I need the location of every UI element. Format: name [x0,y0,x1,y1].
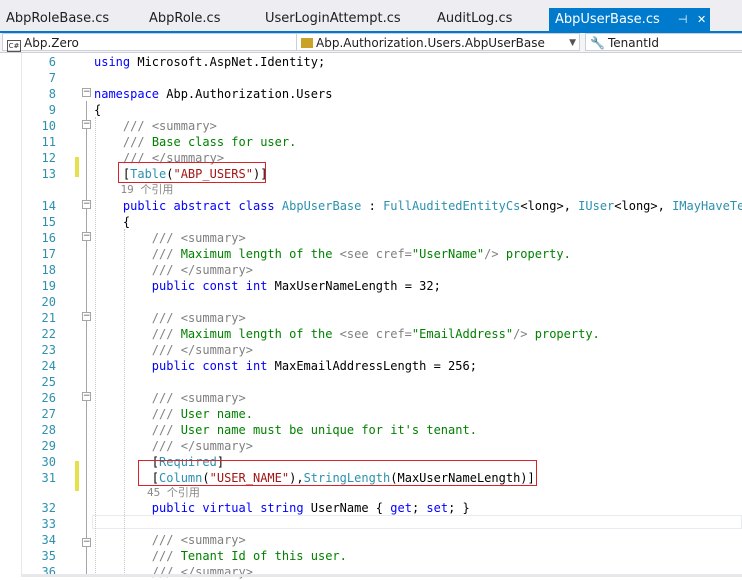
line-number: 20 [41,295,56,309]
wrench-icon: 🔧 [590,36,605,50]
collapse-icon[interactable]: − [82,88,91,97]
project-name: Abp.Zero [24,36,79,50]
pin-icon[interactable]: ⊣ [678,8,688,31]
change-indicator [75,461,79,491]
line-number: 16 [41,231,56,245]
change-indicator [75,157,79,177]
code-line: /// User name. [151,407,253,421]
code-line: public const int MaxEmailAddressLength =… [151,359,477,373]
code-line: /// </summary> [151,565,253,579]
line-number: 29 [41,439,56,453]
line-number: 34 [41,533,56,547]
line-number: 35 [41,549,56,563]
line-number: 25 [41,375,56,389]
type-name: Abp.Authorization.Users.AbpUserBase [316,36,545,50]
line-number: 9 [48,103,56,117]
tab-label: AuditLog.cs [437,11,513,26]
code-line: /// Maximum length of the <see cref="Use… [151,247,571,261]
tab-abprole[interactable]: AbpRole.cs [143,7,226,31]
line-number: 15 [41,215,56,229]
tab-abprolebase[interactable]: AbpRoleBase.cs [0,7,115,31]
line-number: 10 [41,119,56,133]
document-tab-bar: AbpRoleBase.cs AbpRole.cs UserLoginAttem… [0,0,742,31]
highlight-box-table-attribute [118,162,266,183]
collapse-icon[interactable]: − [82,232,91,241]
tab-label: AbpUserBase.cs [555,12,660,27]
code-line: public const int MaxUserNameLength = 32; [151,279,441,293]
current-line-highlight [92,515,742,529]
code-line: /// </summary> [151,343,253,357]
line-number: 7 [48,71,56,85]
line-number: 8 [48,87,56,101]
line-number: 32 [41,501,56,515]
code-line: { [94,103,102,117]
line-number: 36 [41,565,56,579]
collapse-icon[interactable]: − [82,120,91,129]
close-icon[interactable]: ✕ [697,8,706,31]
type-dropdown[interactable]: Abp.Authorization.Users.AbpUserBase ▼ [296,33,580,51]
code-line: /// <summary> [151,533,246,547]
member-dropdown[interactable]: 🔧 TenantId [585,33,742,51]
member-name: TenantId [607,36,660,50]
collapse-icon[interactable]: − [82,392,91,401]
code-line: /// <summary> [151,391,246,405]
line-number: 27 [41,407,56,421]
line-number: 19 [41,279,56,293]
project-dropdown[interactable]: C#Abp.Zero ▼ [2,33,317,52]
indicator-margin [0,53,22,577]
line-number: 33 [41,517,56,531]
line-number: 23 [41,343,56,357]
tab-label: AbpRoleBase.cs [6,11,110,26]
class-icon [301,38,313,48]
line-number: 24 [41,359,56,373]
highlight-box-column-attribute [138,460,537,486]
line-number: 18 [41,263,56,277]
code-line: /// </summary> [151,439,253,453]
code-line: /// <summary> [151,231,246,245]
tab-abpuserbase[interactable]: AbpUserBase.cs ⊣ ✕ [549,8,711,31]
code-line: { [94,215,131,229]
collapse-icon[interactable]: − [82,312,91,321]
code-line: /// <summary> [122,119,217,133]
code-line: /// </summary> [151,263,253,277]
line-number: 21 [41,311,56,325]
tab-userloginattempt[interactable]: UserLoginAttempt.cs [259,7,407,31]
code-line: /// Maximum length of the <see cref="Ema… [151,327,600,341]
collapse-icon[interactable]: − [82,538,91,547]
tab-label: AbpRole.cs [149,11,221,26]
line-number: 14 [41,199,56,213]
line-number: 31 [41,471,56,485]
line-number: 6 [48,55,56,69]
code-line: public virtual string UserName { get; se… [151,501,470,515]
tab-label: UserLoginAttempt.cs [265,11,401,26]
codelens-references[interactable]: 45 个引用 [94,486,200,499]
code-line: /// Base class for user. [122,135,297,149]
line-number: 28 [41,423,56,437]
code-line: public abstract class AbpUserBase : Full… [122,199,742,213]
csharp-project-icon: C# [7,40,21,52]
line-number: 13 [41,167,56,181]
codelens-references[interactable]: 19 个引用 [94,183,173,196]
line-number: 30 [41,455,56,469]
line-number: 22 [41,327,56,341]
code-line: namespace Abp.Authorization.Users [94,87,333,101]
line-number: 12 [41,151,56,165]
fold-guide-line [86,101,87,577]
code-line: /// Tenant Id of this user. [151,549,347,563]
collapse-icon[interactable]: − [82,200,91,209]
line-number: 26 [41,391,56,405]
chevron-down-icon: ▼ [569,38,576,48]
code-line: /// User name must be unique for it's te… [151,423,477,437]
tab-auditlog[interactable]: AuditLog.cs [431,7,518,31]
code-editor[interactable]: − − − − − − − 6 7 8 9 10 11 12 13 14 15 … [0,53,742,579]
code-line: /// <summary> [151,311,246,325]
line-number: 11 [41,135,56,149]
navigation-bar: C#Abp.Zero ▼ Abp.Authorization.Users.Abp… [0,33,742,53]
line-number: 17 [41,247,56,261]
code-line: using Microsoft.AspNet.Identity; [94,55,326,69]
